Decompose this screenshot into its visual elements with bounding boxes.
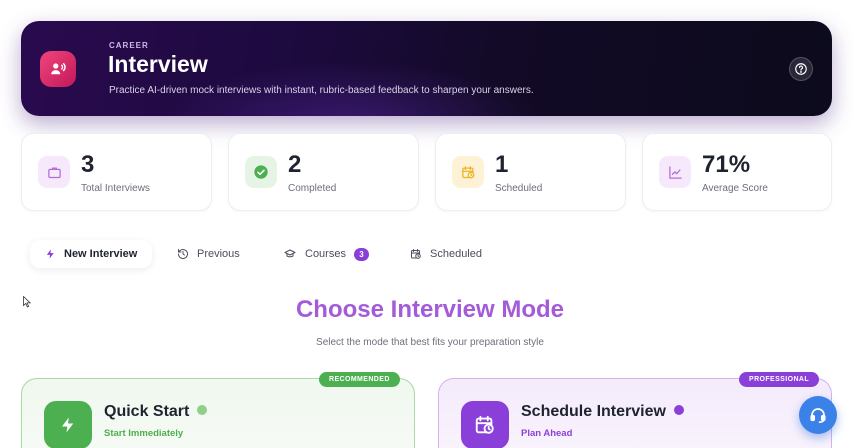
- bolt-icon: [46, 249, 54, 259]
- mode-title: Schedule Interview: [521, 403, 684, 421]
- check-circle-icon: [245, 156, 277, 188]
- briefcase-icon: [38, 156, 70, 188]
- mode-card-schedule-interview[interactable]: PROFESSIONAL Schedule Interview Plan Ahe…: [438, 372, 832, 448]
- voice-user-icon: [40, 51, 76, 87]
- mode-subtitle: Start Immediately: [104, 428, 184, 439]
- page-subtitle: Practice AI-driven mock interviews with …: [109, 85, 534, 96]
- stat-value: 2: [288, 151, 302, 178]
- tab-label: Courses: [305, 248, 346, 260]
- tab-label: New Interview: [64, 248, 138, 260]
- calendar-clock-icon: [452, 156, 484, 188]
- calendar-clock-icon: [411, 249, 421, 259]
- tab-label: Scheduled: [430, 248, 482, 260]
- stat-card-average-score: 71% Average Score: [642, 133, 832, 211]
- tab-scheduled[interactable]: Scheduled: [410, 240, 482, 268]
- stat-card-completed: 2 Completed: [228, 133, 419, 211]
- tab-previous[interactable]: Previous: [177, 240, 240, 268]
- mode-card-quick-start[interactable]: RECOMMENDED Quick Start Start Immediatel…: [21, 372, 415, 448]
- stat-label: Average Score: [702, 183, 768, 194]
- section-subtitle: Select the mode that best fits your prep…: [316, 337, 544, 348]
- calendar-clock-icon: [461, 401, 509, 448]
- professional-badge: PROFESSIONAL: [739, 372, 820, 387]
- info-icon[interactable]: [673, 404, 684, 415]
- help-icon: [795, 63, 807, 75]
- tab-courses[interactable]: Courses 3: [283, 240, 369, 268]
- graduation-cap-icon: [284, 249, 296, 258]
- stat-label: Completed: [288, 183, 337, 194]
- history-icon: [178, 249, 188, 259]
- bolt-icon: [44, 401, 92, 448]
- tab-new-interview[interactable]: New Interview: [30, 240, 153, 268]
- stat-value: 1: [495, 151, 509, 178]
- stat-value: 3: [81, 151, 95, 178]
- recommended-badge: RECOMMENDED: [319, 372, 400, 387]
- section-title: Choose Interview Mode: [295, 296, 565, 323]
- stat-value: 71%: [702, 151, 751, 178]
- stat-card-total-interviews: 3 Total Interviews: [21, 133, 212, 211]
- page-title: Interview: [108, 51, 208, 77]
- help-button[interactable]: [789, 57, 813, 81]
- stat-label: Total Interviews: [81, 183, 150, 194]
- page-header-banner: CAREER Interview Practice AI-driven mock…: [21, 21, 832, 116]
- page-kicker: CAREER: [109, 41, 149, 50]
- stat-label: Scheduled: [495, 183, 543, 194]
- courses-count-badge: 3: [353, 247, 369, 261]
- headset-icon: [810, 408, 826, 423]
- trend-chart-icon: [659, 156, 691, 188]
- mode-title: Quick Start: [104, 403, 208, 421]
- info-icon[interactable]: [197, 404, 208, 415]
- tab-label: Previous: [197, 248, 240, 260]
- mode-subtitle: Plan Ahead: [521, 428, 573, 439]
- support-chat-button[interactable]: [799, 396, 837, 434]
- stat-card-scheduled: 1 Scheduled: [435, 133, 626, 211]
